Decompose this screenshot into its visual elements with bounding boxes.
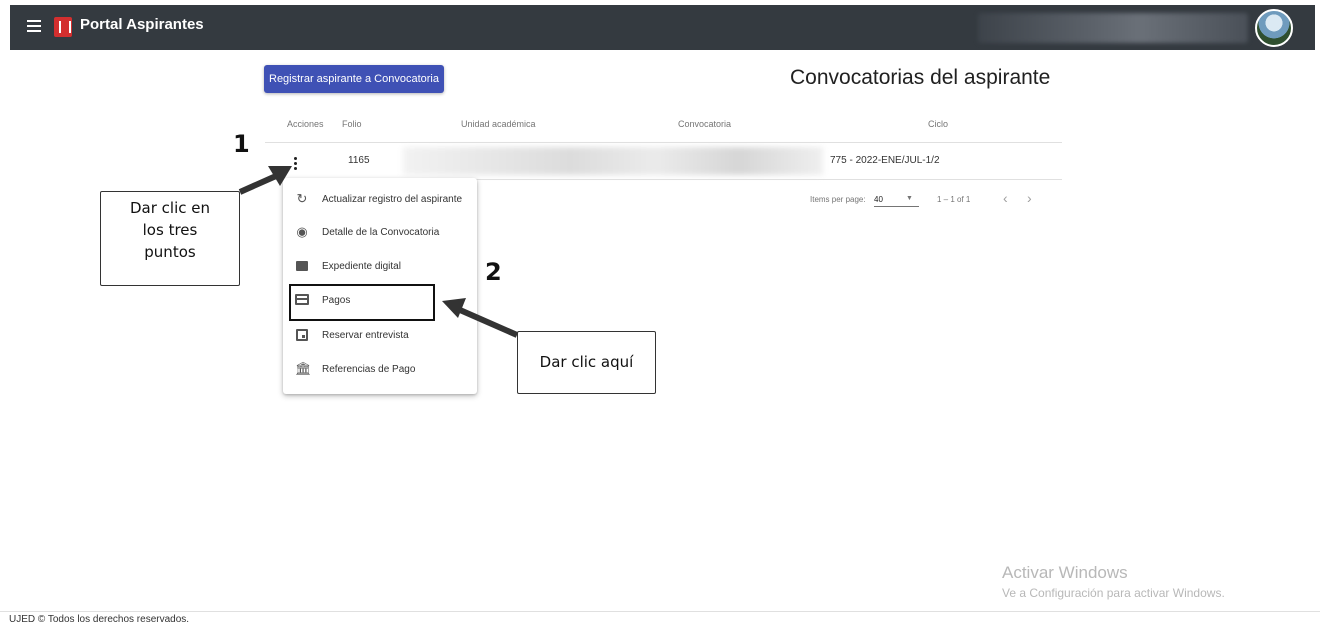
redacted-cells (403, 147, 823, 175)
refresh-icon: ↻ (296, 191, 308, 206)
caret-down-icon[interactable]: ▼ (906, 195, 913, 202)
pagos-highlight-box (289, 284, 435, 321)
footer-copyright: UJED © Todos los derechos reservados. (9, 614, 190, 625)
column-header-unidad-academica: Unidad académica (461, 119, 536, 129)
more-vert-icon[interactable] (289, 157, 301, 171)
callout-line: Dar clic en (129, 199, 210, 217)
user-avatar[interactable] (1255, 9, 1293, 47)
step-number-2: 2 (485, 258, 502, 286)
menu-item-label: Expediente digital (322, 261, 401, 272)
callout-line: puntos (144, 243, 196, 261)
user-name-redacted (978, 13, 1248, 43)
page-range-label: 1 – 1 of 1 (937, 195, 971, 204)
table-row: 1165 775 - 2022-ENE/JUL-1/2 (265, 143, 1062, 180)
next-page-button[interactable]: › (1027, 190, 1032, 206)
previous-page-button[interactable]: ‹ (1003, 190, 1008, 206)
ciclo-cell: 775 - 2022-ENE/JUL-1/2 (830, 155, 940, 166)
column-header-folio: Folio (342, 119, 362, 129)
menu-item-label: Referencias de Pago (322, 364, 416, 375)
column-header-acciones: Acciones (287, 119, 324, 129)
step-number-1: 1 (233, 130, 250, 158)
folder-icon (296, 261, 308, 271)
app-title: Portal Aspirantes (80, 16, 204, 33)
calendar-icon (296, 329, 308, 341)
callout-click-here: Dar clic aquí (517, 331, 656, 394)
top-toolbar: Portal Aspirantes (10, 5, 1315, 50)
folio-cell: 1165 (348, 155, 370, 166)
menu-item-reservar-entrevista[interactable]: Reservar entrevista (283, 318, 477, 351)
eye-icon: ◉ (296, 224, 308, 239)
menu-item-referencias-pago[interactable]: 🏛 Referencias de Pago (283, 352, 477, 385)
items-per-page-label: Items per page: (810, 195, 866, 204)
column-header-ciclo: Ciclo (928, 119, 949, 129)
hamburger-menu-icon[interactable] (27, 20, 41, 32)
table-header: Acciones Folio Unidad académica Convocat… (265, 103, 1062, 143)
activation-watermark-title: Activar Windows (1002, 563, 1128, 582)
menu-item-label: Reservar entrevista (322, 330, 409, 341)
ujed-logo (54, 17, 72, 37)
menu-item-label: Detalle de la Convocatoria (322, 227, 440, 238)
page-title: Convocatorias del aspirante (790, 66, 1051, 89)
annotation-arrows (238, 166, 519, 338)
column-header-convocatoria: Convocatoria (678, 119, 732, 129)
bank-icon: 🏛 (295, 361, 312, 376)
menu-item-label: Actualizar registro del aspirante (322, 194, 463, 205)
footer-divider (0, 611, 1320, 612)
menu-item-expediente-digital[interactable]: Expediente digital (283, 249, 477, 282)
menu-item-detalle-convocatoria[interactable]: ◉ Detalle de la Convocatoria (283, 215, 477, 248)
menu-item-actualizar-registro[interactable]: ↻ Actualizar registro del aspirante (283, 182, 477, 215)
register-applicant-button[interactable]: Registrar aspirante a Convocatoria (264, 65, 444, 93)
callout-three-dots: Dar clic en los tres puntos (100, 191, 240, 286)
activation-watermark-subtitle: Ve a Configuración para activar Windows. (1002, 586, 1225, 600)
callout-line: los tres (142, 221, 198, 239)
